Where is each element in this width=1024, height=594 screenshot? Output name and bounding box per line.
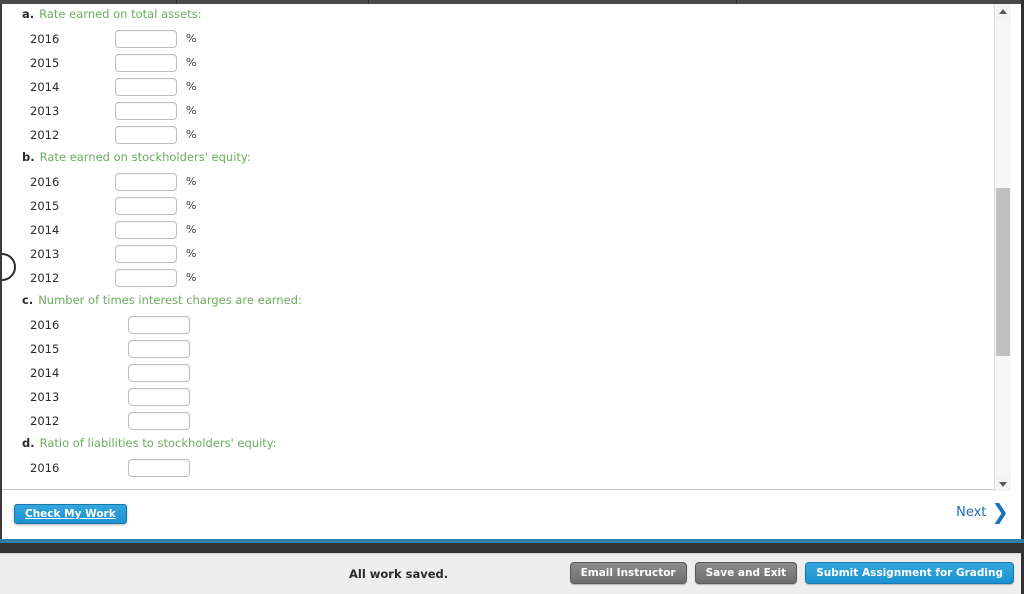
save-and-exit-button[interactable]: Save and Exit [694, 562, 798, 584]
answer-input-b-2015[interactable] [115, 197, 177, 215]
answer-row-year-label: 2015 [30, 342, 60, 356]
question-part-header: d. Ratio of liabilities to stockholders' … [2, 433, 992, 456]
answer-row: 2016% [2, 170, 992, 194]
answer-input-c-2016[interactable] [128, 316, 190, 334]
email-instructor-button[interactable]: Email Instructor [569, 562, 687, 584]
chevron-right-icon: ❯ [991, 500, 1009, 524]
answer-unit-suffix: % [186, 199, 197, 212]
answer-input-c-2015[interactable] [128, 340, 190, 358]
vertical-scrollbar[interactable] [994, 4, 1011, 492]
save-status-text: All work saved. [349, 567, 449, 581]
next-label: Next [956, 505, 987, 520]
question-part-d: d. Ratio of liabilities to stockholders' … [2, 433, 992, 480]
dark-divider [0, 543, 1024, 553]
question-part-letter: b. [22, 150, 35, 164]
answer-input-a-2016[interactable] [115, 30, 177, 48]
scroll-down-arrow-icon[interactable] [995, 476, 1011, 492]
answer-input-d-2016[interactable] [128, 459, 190, 477]
question-part-header: a. Rate earned on total assets: [2, 4, 992, 27]
answer-input-a-2012[interactable] [115, 126, 177, 144]
answer-row-year-label: 2013 [30, 104, 60, 118]
answer-input-b-2014[interactable] [115, 221, 177, 239]
assignment-page: a. Rate earned on total assets: 2016% 2015%… [0, 0, 1024, 594]
answer-row-year-label: 2012 [30, 414, 60, 428]
answer-row-year-label: 2013 [30, 247, 60, 261]
question-part-header: c. Number of times interest charges are e… [2, 290, 992, 313]
answer-row: 2016 [2, 456, 992, 480]
check-my-work-button[interactable]: Check My Work [14, 504, 127, 524]
footer-button-group: Email Instructor Save and Exit Submit Assi… [569, 562, 1014, 584]
answer-input-c-2012[interactable] [128, 412, 190, 430]
footer-bar: All work saved. Email Instructor Save and… [0, 553, 1024, 594]
question-part-label: Ratio of liabilities to stockholders' eq… [39, 436, 277, 450]
answer-row: 2012% [2, 266, 992, 290]
question-part-label: Rate earned on total assets: [39, 7, 202, 21]
action-bar: Check My Work Next ❯ [2, 491, 1021, 539]
answer-input-c-2013[interactable] [128, 388, 190, 406]
answer-row: 2016 [2, 313, 992, 337]
answer-row: 2015% [2, 194, 992, 218]
question-part-a: a. Rate earned on total assets: 2016% 2015%… [2, 4, 992, 147]
answer-input-b-2012[interactable] [115, 269, 177, 287]
answer-row: 2016% [2, 27, 992, 51]
answer-row: 2013 [2, 385, 992, 409]
answer-row-year-label: 2012 [30, 128, 60, 142]
answer-row: 2015 [2, 337, 992, 361]
answer-unit-suffix: % [186, 175, 197, 188]
answer-unit-suffix: % [186, 128, 197, 141]
question-part-letter: c. [22, 293, 34, 307]
answer-row: 2014 [2, 361, 992, 385]
scrollbar-track[interactable] [995, 20, 1011, 476]
question-scroll-region[interactable]: a. Rate earned on total assets: 2016% 2015%… [2, 4, 1010, 490]
answer-unit-suffix: % [186, 223, 197, 236]
answer-row-year-label: 2015 [30, 56, 60, 70]
question-part-b: b. Rate earned on stockholders' equity: 20… [2, 147, 992, 290]
question-content: a. Rate earned on total assets: 2016% 2015%… [2, 4, 992, 480]
answer-row-year-label: 2016 [30, 32, 60, 46]
answer-unit-suffix: % [186, 247, 197, 260]
answer-row: 2013% [2, 242, 992, 266]
submit-assignment-for-grading-button[interactable]: Submit Assignment for Grading [805, 562, 1014, 584]
question-part-c: c. Number of times interest charges are e… [2, 290, 992, 433]
answer-row-year-label: 2014 [30, 223, 60, 237]
answer-input-a-2015[interactable] [115, 54, 177, 72]
scrollbar-thumb[interactable] [996, 188, 1010, 356]
answer-row: 2012% [2, 123, 992, 147]
answer-row-year-label: 2016 [30, 175, 60, 189]
answer-input-a-2013[interactable] [115, 102, 177, 120]
next-link[interactable]: Next ❯ [956, 500, 1009, 524]
answer-unit-suffix: % [186, 104, 197, 117]
answer-unit-suffix: % [186, 271, 197, 284]
scroll-up-arrow-icon[interactable] [995, 4, 1011, 20]
question-part-label: Rate earned on stockholders' equity: [39, 150, 251, 164]
answer-row: 2013% [2, 99, 992, 123]
answer-input-a-2014[interactable] [115, 78, 177, 96]
answer-input-c-2014[interactable] [128, 364, 190, 382]
answer-row: 2012 [2, 409, 992, 433]
question-part-letter: d. [22, 436, 35, 450]
answer-row-year-label: 2014 [30, 366, 60, 380]
answer-row-year-label: 2016 [30, 461, 60, 475]
answer-unit-suffix: % [186, 32, 197, 45]
question-part-letter: a. [22, 7, 35, 21]
answer-row-year-label: 2016 [30, 318, 60, 332]
answer-row: 2015% [2, 51, 992, 75]
answer-row: 2014% [2, 75, 992, 99]
answer-unit-suffix: % [186, 56, 197, 69]
question-part-label: Number of times interest charges are ear… [38, 293, 302, 307]
answer-row-year-label: 2015 [30, 199, 60, 213]
answer-input-b-2013[interactable] [115, 245, 177, 263]
answer-row-year-label: 2014 [30, 80, 60, 94]
answer-row: 2014% [2, 218, 992, 242]
answer-unit-suffix: % [186, 80, 197, 93]
answer-input-b-2016[interactable] [115, 173, 177, 191]
answer-row-year-label: 2012 [30, 271, 60, 285]
question-part-header: b. Rate earned on stockholders' equity: [2, 147, 992, 170]
answer-row-year-label: 2013 [30, 390, 60, 404]
